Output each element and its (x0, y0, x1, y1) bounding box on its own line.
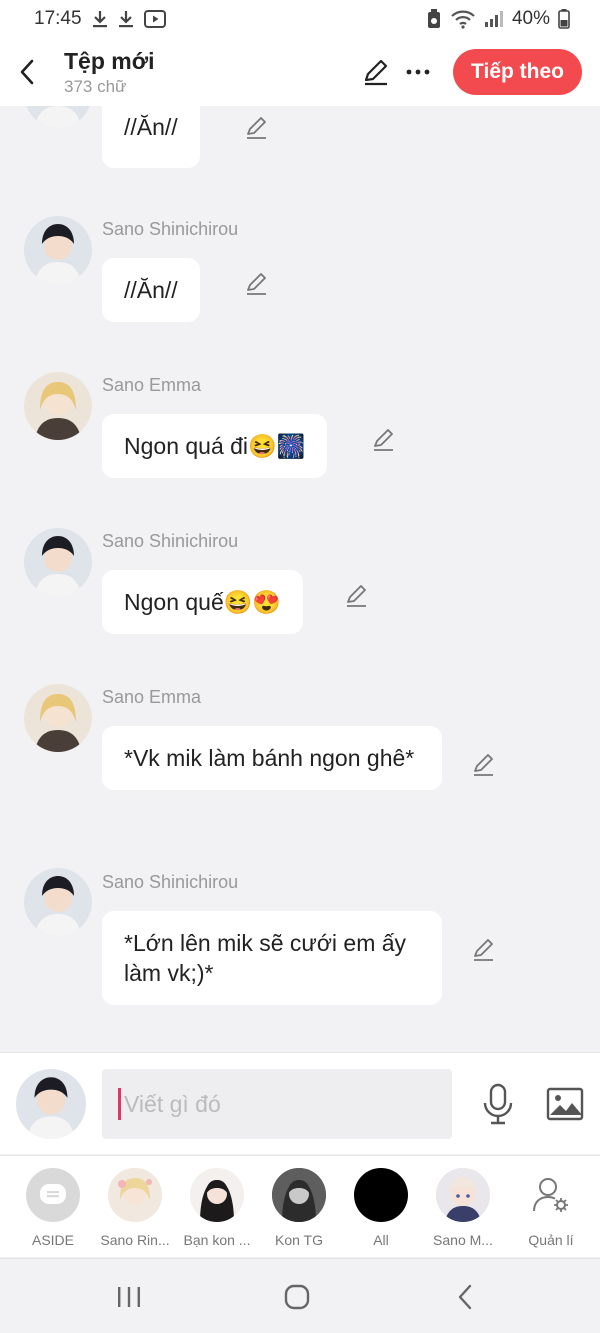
character-ban-kon[interactable]: Bạn kon ... (176, 1168, 258, 1248)
message-bubble[interactable]: //Ăn// (102, 258, 200, 322)
title-block: Tệp mới 373 chữ (64, 47, 154, 98)
sender-name: Sano Shinichirou (102, 872, 239, 892)
wifi-icon (450, 9, 476, 29)
character-label: Kon TG (275, 1232, 323, 1248)
download-icon (118, 10, 134, 28)
character-all[interactable]: All (340, 1168, 422, 1248)
more-options-button[interactable] (397, 51, 439, 93)
message-bubble[interactable]: //Ăn// (102, 106, 200, 168)
sender-name: Sano Shinichirou (102, 531, 239, 551)
back-nav-button[interactable] (440, 1275, 490, 1319)
more-icon (406, 69, 430, 75)
edit-title-button[interactable] (355, 51, 397, 93)
current-character-avatar[interactable] (16, 1069, 86, 1139)
user-settings-icon (524, 1168, 578, 1222)
app-header: Tệp mới 373 chữ Tiếp theo (0, 38, 600, 106)
chevron-left-icon (20, 59, 34, 85)
image-button[interactable] (544, 1081, 586, 1127)
character-sano-m[interactable]: Sano M... (422, 1168, 504, 1248)
microphone-icon (483, 1083, 513, 1125)
next-button[interactable]: Tiếp theo (453, 49, 582, 95)
avatar-shinichirou[interactable] (24, 216, 92, 284)
download-icon (92, 10, 108, 28)
sender-name: Sano Shinichirou (102, 219, 239, 239)
avatar-shinichirou[interactable] (24, 528, 92, 596)
character-label: Sano Rin... (100, 1232, 170, 1248)
sender-name: Sano Emma (102, 687, 202, 707)
character-sano-rin[interactable]: Sano Rin... (94, 1168, 176, 1248)
recent-apps-icon (118, 1287, 140, 1307)
message-input[interactable]: Viết gì đó (102, 1069, 452, 1139)
sender-name: Sano Emma (102, 375, 202, 395)
page-title: Tệp mới (64, 47, 155, 74)
character-kon-tg[interactable]: Kon TG (258, 1168, 340, 1248)
character-label: Bạn kon ... (183, 1232, 251, 1248)
edit-message-icon[interactable] (470, 751, 498, 779)
avatar (436, 1168, 490, 1222)
chat-area[interactable]: //Ăn// Sano Shinichirou //Ăn// Sano Emma… (0, 106, 600, 1052)
signal-icon (484, 10, 504, 28)
recent-apps-button[interactable] (104, 1275, 154, 1319)
character-bar: ASIDE Sano Rin... Bạn kon ... Kon TG All… (0, 1155, 600, 1257)
battery-percentage: 40% (511, 8, 550, 29)
message-bubble[interactable]: Ngon quá đi😆🎆 (102, 414, 328, 478)
edit-message-icon[interactable] (370, 426, 398, 454)
message-bubble[interactable]: *Lớn lên mik sẽ cưới em ấy làm vk;)* (102, 911, 442, 1005)
avatar-shinichirou[interactable] (24, 868, 92, 936)
edit-message-icon[interactable] (343, 582, 371, 610)
image-icon (546, 1087, 584, 1121)
status-time: 17:45 (34, 8, 82, 29)
youtube-icon (143, 10, 166, 28)
system-nav-bar (0, 1258, 600, 1333)
home-icon (284, 1284, 310, 1310)
back-icon (458, 1284, 472, 1310)
avatar-emma[interactable] (24, 684, 92, 752)
edit-message-icon[interactable] (243, 114, 271, 142)
text-caret (118, 1088, 121, 1120)
message-input-placeholder: Viết gì đó (124, 1090, 221, 1117)
avatar-shinichirou[interactable] (24, 106, 92, 128)
word-count: 373 chữ (64, 76, 127, 96)
avatar (108, 1168, 162, 1222)
composer: Viết gì đó (0, 1052, 600, 1154)
avatar (354, 1168, 408, 1222)
microphone-button[interactable] (478, 1081, 518, 1127)
character-label: Sano M... (433, 1232, 493, 1248)
home-button[interactable] (272, 1275, 322, 1319)
avatar-emma[interactable] (24, 372, 92, 440)
edit-message-icon[interactable] (243, 270, 271, 298)
edit-message-icon[interactable] (470, 936, 498, 964)
status-bar: 17:45 40% (0, 0, 600, 38)
recycle-icon (426, 9, 442, 29)
aside-icon (26, 1168, 80, 1222)
manage-characters[interactable]: Quản lí (510, 1168, 592, 1248)
avatar (190, 1168, 244, 1222)
character-aside[interactable]: ASIDE (12, 1168, 94, 1248)
avatar (272, 1168, 326, 1222)
character-label: Quản lí (528, 1232, 574, 1248)
pencil-icon (364, 59, 388, 86)
character-label: ASIDE (31, 1232, 74, 1248)
message-bubble[interactable]: Ngon quế😆😍 (102, 570, 304, 634)
battery-icon (558, 9, 570, 29)
character-label: All (373, 1232, 389, 1248)
back-button[interactable] (2, 38, 52, 106)
message-bubble[interactable]: *Vk mik làm bánh ngon ghê* (102, 726, 442, 790)
